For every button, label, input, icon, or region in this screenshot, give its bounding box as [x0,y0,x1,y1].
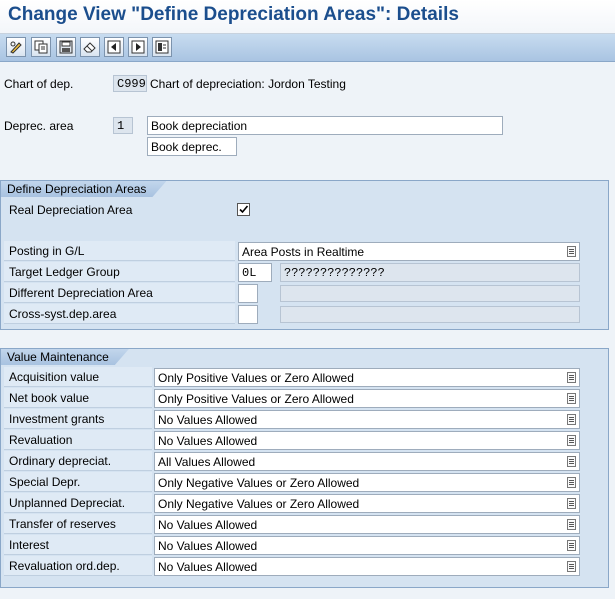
eraser-icon[interactable] [80,37,100,57]
target-ledger-row: Target Ledger Group [4,262,235,282]
group-title: Define Depreciation Areas [1,181,166,197]
value-dropdown[interactable]: No Values Allowed [154,410,580,429]
value-dropdown[interactable]: All Values Allowed [154,452,580,471]
value-row: Investment grants [4,409,152,429]
posting-row: Posting in G/L [4,241,235,261]
value-row: Revaluation [4,430,152,450]
value-row-label: Revaluation ord.dep. [9,559,120,573]
value-dropdown-value: Only Negative Values or Zero Allowed [158,497,360,511]
value-row: Interest [4,535,152,555]
dropdown-icon[interactable] [567,435,576,446]
value-row-label: Interest [9,538,50,552]
value-row: Revaluation ord.dep. [4,556,152,576]
value-dropdown-value: No Values Allowed [158,413,258,427]
next-entry-icon[interactable] [128,37,148,57]
select-icon[interactable] [152,37,172,57]
save-variant-icon[interactable] [56,37,76,57]
dropdown-icon[interactable] [567,498,576,509]
title-bar: Change View "Define Depreciation Areas":… [0,0,615,34]
value-row-label: Ordinary depreciat. [9,454,112,468]
dropdown-icon[interactable] [567,414,576,425]
deprec-area-number: 1 [113,117,133,134]
application-toolbar [0,34,615,62]
value-row-label: Special Depr. [9,475,81,489]
dropdown-icon[interactable] [567,372,576,383]
value-dropdown[interactable]: No Values Allowed [154,515,580,534]
posting-label: Posting in G/L [9,244,85,258]
value-row-label: Acquisition value [9,370,100,384]
value-row-label: Investment grants [9,412,105,426]
cross-system-field[interactable] [238,305,258,324]
value-dropdown[interactable]: No Values Allowed [154,431,580,450]
cross-system-description [280,306,580,323]
value-row-label: Unplanned Depreciat. [9,496,126,510]
value-dropdown-value: No Values Allowed [158,434,258,448]
target-ledger-label: Target Ledger Group [9,265,120,279]
chart-of-dep-description: Chart of depreciation: Jordon Testing [150,77,346,91]
value-dropdown[interactable]: Only Positive Values or Zero Allowed [154,368,580,387]
dropdown-icon[interactable] [567,246,576,257]
dropdown-icon[interactable] [567,519,576,530]
dropdown-icon[interactable] [567,540,576,551]
value-row: Special Depr. [4,472,152,492]
dropdown-icon[interactable] [567,477,576,488]
value-dropdown-value: Only Negative Values or Zero Allowed [158,476,360,490]
value-dropdown[interactable]: Only Negative Values or Zero Allowed [154,473,580,492]
window-title: Change View "Define Depreciation Areas":… [8,4,459,25]
deprec-area-label: Deprec. area [4,119,74,133]
chart-of-dep-label: Chart of dep. [4,77,74,91]
deprec-area-short-name-field[interactable]: Book deprec. [147,137,237,156]
value-row: Ordinary depreciat. [4,451,152,471]
value-row-label: Transfer of reserves [9,517,116,531]
posting-dropdown[interactable]: Area Posts in Realtime [238,242,580,261]
value-row-label: Revaluation [9,433,73,447]
deprec-area-name-field[interactable]: Book depreciation [147,116,503,135]
different-area-description [280,285,580,302]
value-dropdown-value: No Values Allowed [158,539,258,553]
value-dropdown[interactable]: No Values Allowed [154,536,580,555]
pencil-glasses-icon[interactable] [6,37,26,57]
target-ledger-field[interactable]: 0L [238,263,272,282]
value-dropdown[interactable]: Only Positive Values or Zero Allowed [154,389,580,408]
copy-icon[interactable] [31,37,51,57]
value-dropdown-value: No Values Allowed [158,560,258,574]
value-row-label: Net book value [9,391,90,405]
different-area-row: Different Depreciation Area [4,283,235,303]
value-dropdown[interactable]: No Values Allowed [154,557,580,576]
different-area-label: Different Depreciation Area [9,286,153,300]
value-dropdown[interactable]: Only Negative Values or Zero Allowed [154,494,580,513]
chart-of-dep-value: C999 [113,75,147,92]
real-depreciation-area-checkbox[interactable] [237,203,250,216]
value-dropdown-value: All Values Allowed [158,455,256,469]
cross-system-label: Cross-syst.dep.area [9,307,117,321]
previous-entry-icon[interactable] [104,37,124,57]
value-dropdown-value: Only Positive Values or Zero Allowed [158,371,354,385]
dropdown-icon[interactable] [567,456,576,467]
value-dropdown-value: Only Positive Values or Zero Allowed [158,392,354,406]
dropdown-icon[interactable] [567,393,576,404]
value-row: Unplanned Depreciat. [4,493,152,513]
posting-value: Area Posts in Realtime [242,245,365,259]
group-title: Value Maintenance [1,349,129,365]
target-ledger-description: ?????????????? [280,263,580,282]
real-depreciation-area-label: Real Depreciation Area [9,203,133,217]
value-row: Net book value [4,388,152,408]
value-row: Acquisition value [4,367,152,387]
different-area-field[interactable] [238,284,258,303]
dropdown-icon[interactable] [567,561,576,572]
value-row: Transfer of reserves [4,514,152,534]
cross-system-row: Cross-syst.dep.area [4,304,235,324]
value-dropdown-value: No Values Allowed [158,518,258,532]
